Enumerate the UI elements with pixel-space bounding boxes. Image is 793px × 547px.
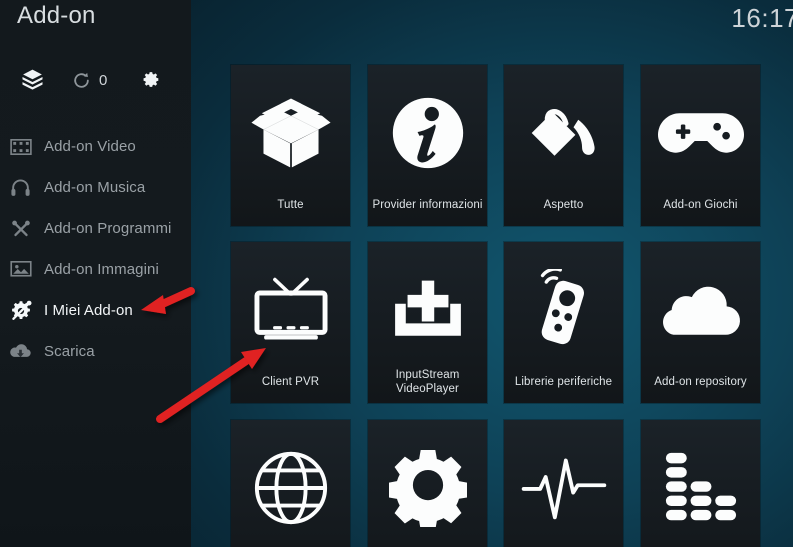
sidebar-item-addon-musica[interactable]: Add-on Musica: [0, 167, 191, 208]
tile-waveform[interactable]: [504, 420, 623, 547]
tile-globe[interactable]: [231, 420, 350, 547]
tile-label-text: InputStream VideoPlayer: [395, 369, 460, 395]
sidebar-item-i-miei-add-on[interactable]: I Miei Add-on: [0, 290, 191, 331]
install-from-package-icon: [20, 68, 45, 93]
headphones-icon: [7, 174, 34, 201]
tile-client-pvr[interactable]: Client PVR: [231, 242, 350, 403]
page-title: Add-on: [17, 2, 96, 29]
tile-label: InputStream VideoPlayer InputStreamVideo…: [371, 368, 484, 396]
check-updates-button[interactable]: 0: [72, 62, 107, 98]
picture-frame-icon: [7, 256, 34, 283]
tile-label: Librerie periferiche: [514, 376, 613, 388]
cloud-download-icon: [7, 338, 34, 365]
inputstream-icon: [368, 260, 487, 360]
gear-icon: [368, 438, 487, 538]
sidebar-item-addon-video[interactable]: Add-on Video: [0, 126, 191, 167]
television-icon: [231, 260, 350, 360]
kodi-addon-browser-screen: 16:17 Add-on 0 Add-on Video Add-on Music…: [0, 0, 793, 547]
info-circle-icon: [368, 83, 487, 183]
cloud-icon: [641, 260, 760, 360]
tile-aspetto[interactable]: Aspetto: [504, 65, 623, 226]
film-strip-icon: [7, 133, 34, 160]
update-count-badge: 0: [99, 71, 108, 89]
globe-icon: [231, 438, 350, 538]
sidebar-item-label: Scarica: [44, 343, 95, 360]
tile-label: Add-on repository: [654, 376, 747, 388]
sidebar-item-scarica[interactable]: Scarica: [0, 331, 191, 372]
sidebar-item-addon-immagini[interactable]: Add-on Immagini: [0, 249, 191, 290]
sidebar-item-addon-programmi[interactable]: Add-on Programmi: [0, 208, 191, 249]
tile-label: Add-on Giochi: [663, 199, 738, 211]
tile-gear[interactable]: [368, 420, 487, 547]
settings-gear-icon: [138, 69, 161, 92]
tile-inputstream-videoplayer[interactable]: InputStream VideoPlayer InputStreamVideo…: [368, 242, 487, 403]
tile-equalizer[interactable]: [641, 420, 760, 547]
tile-addon-giochi[interactable]: Add-on Giochi: [641, 65, 760, 226]
skin-tag-icon: [504, 83, 623, 183]
sidebar-item-label: Add-on Programmi: [44, 220, 172, 237]
sidebar-item-label: Add-on Video: [44, 138, 136, 155]
gamepad-icon: [641, 83, 760, 183]
sidebar-menu: Add-on Video Add-on Musica Add-on Progra…: [0, 126, 191, 372]
system-clock: 16:17: [731, 3, 793, 33]
tile-label: Aspetto: [543, 199, 584, 211]
sidebar-item-label: Add-on Musica: [44, 179, 146, 196]
tile-label: Client PVR: [261, 376, 320, 388]
open-box-icon: [231, 83, 350, 183]
refresh-icon: [72, 71, 91, 90]
install-from-package-button[interactable]: [20, 62, 45, 98]
addon-settings-button[interactable]: [138, 62, 161, 98]
tools-cross-icon: [7, 215, 34, 242]
tile-librerie-periferiche[interactable]: Librerie periferiche: [504, 242, 623, 403]
gear-wrench-icon: [7, 297, 34, 324]
equalizer-icon: [641, 438, 760, 538]
sidebar-item-label: I Miei Add-on: [44, 302, 133, 319]
sidebar-item-label: Add-on Immagini: [44, 261, 159, 278]
sidebar-toolbar: 0: [0, 62, 191, 98]
tile-provider-informazioni[interactable]: Provider informazioni: [368, 65, 487, 226]
tile-addon-repository[interactable]: Add-on repository: [641, 242, 760, 403]
sidebar-panel: Add-on 0 Add-on Video Add-on Musica Add-…: [0, 0, 191, 547]
waveform-icon: [504, 438, 623, 538]
tile-tutte[interactable]: Tutte: [231, 65, 350, 226]
remote-control-icon: [504, 260, 623, 360]
tile-label: Provider informazioni: [372, 199, 483, 211]
tile-label: Tutte: [277, 199, 304, 211]
